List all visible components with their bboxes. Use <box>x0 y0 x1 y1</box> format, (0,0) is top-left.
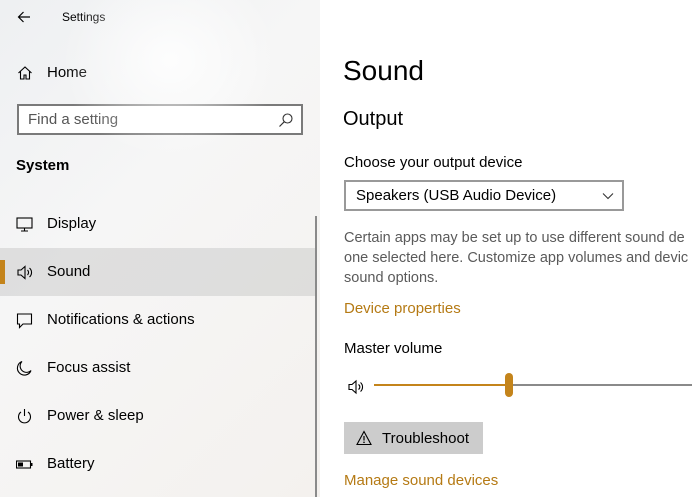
sidebar-item-label: Focus assist <box>47 359 131 376</box>
troubleshoot-button[interactable]: Troubleshoot <box>344 422 483 454</box>
notification-icon <box>16 313 33 329</box>
output-heading: Output <box>343 108 404 130</box>
description-line: one selected here. Customize app volumes… <box>344 250 689 266</box>
sidebar-item-label: Notifications & actions <box>47 311 195 328</box>
description-line: Certain apps may be set up to use differ… <box>344 230 685 246</box>
output-description: Certain apps may be set up to use differ… <box>344 228 692 288</box>
warning-icon <box>356 430 372 446</box>
sidebar-nav: Display Sound Notifications & actions Fo… <box>0 200 316 488</box>
selection-indicator <box>0 260 5 284</box>
output-device-value: Speakers (USB Audio Device) <box>356 187 557 204</box>
home-label: Home <box>47 64 88 81</box>
sidebar: Settings Home System Display <box>0 0 320 497</box>
sidebar-item-display[interactable]: Display <box>0 200 316 248</box>
back-button[interactable] <box>12 5 36 29</box>
moon-icon <box>16 360 32 376</box>
sidebar-item-sound[interactable]: Sound <box>0 248 316 296</box>
title-bar: Settings <box>0 0 320 34</box>
sidebar-item-label: Power & sleep <box>47 407 144 424</box>
volume-track-empty <box>513 384 692 386</box>
output-device-label: Choose your output device <box>344 154 523 171</box>
chevron-down-icon <box>602 193 614 200</box>
volume-slider-thumb[interactable] <box>505 373 513 397</box>
monitor-icon <box>16 217 33 232</box>
device-properties-link[interactable]: Device properties <box>344 300 461 317</box>
sidebar-item-label: Display <box>47 215 97 232</box>
page-title: Sound <box>343 55 424 86</box>
sidebar-scrollbar[interactable] <box>315 216 317 497</box>
power-icon <box>17 409 32 424</box>
description-line: sound options. <box>344 270 439 286</box>
search-input[interactable] <box>28 106 268 133</box>
back-arrow-icon <box>17 11 30 23</box>
home-icon <box>18 66 32 80</box>
volume-speaker-icon[interactable] <box>347 378 365 396</box>
master-volume-label: Master volume <box>344 340 443 357</box>
sidebar-item-home[interactable]: Home <box>0 54 320 92</box>
sidebar-item-focus-assist[interactable]: Focus assist <box>0 344 316 392</box>
section-title: System <box>16 157 70 174</box>
volume-track-filled <box>374 384 509 386</box>
speaker-icon <box>17 265 32 280</box>
search-icon[interactable] <box>278 112 294 128</box>
sidebar-item-power-sleep[interactable]: Power & sleep <box>0 392 316 440</box>
manage-sound-devices-link[interactable]: Manage sound devices <box>344 472 498 489</box>
main-content: Sound Output Choose your output device S… <box>320 0 692 497</box>
sidebar-item-battery[interactable]: Battery <box>0 440 316 488</box>
search-box[interactable] <box>17 104 303 135</box>
battery-icon <box>16 460 33 469</box>
app-title: Settings <box>62 10 106 24</box>
troubleshoot-label: Troubleshoot <box>382 430 469 447</box>
sidebar-item-label: Battery <box>47 455 95 472</box>
sidebar-item-notifications[interactable]: Notifications & actions <box>0 296 316 344</box>
output-device-select[interactable]: Speakers (USB Audio Device) <box>344 180 624 211</box>
sidebar-item-label: Sound <box>47 263 91 280</box>
master-volume-slider[interactable] <box>374 373 692 399</box>
